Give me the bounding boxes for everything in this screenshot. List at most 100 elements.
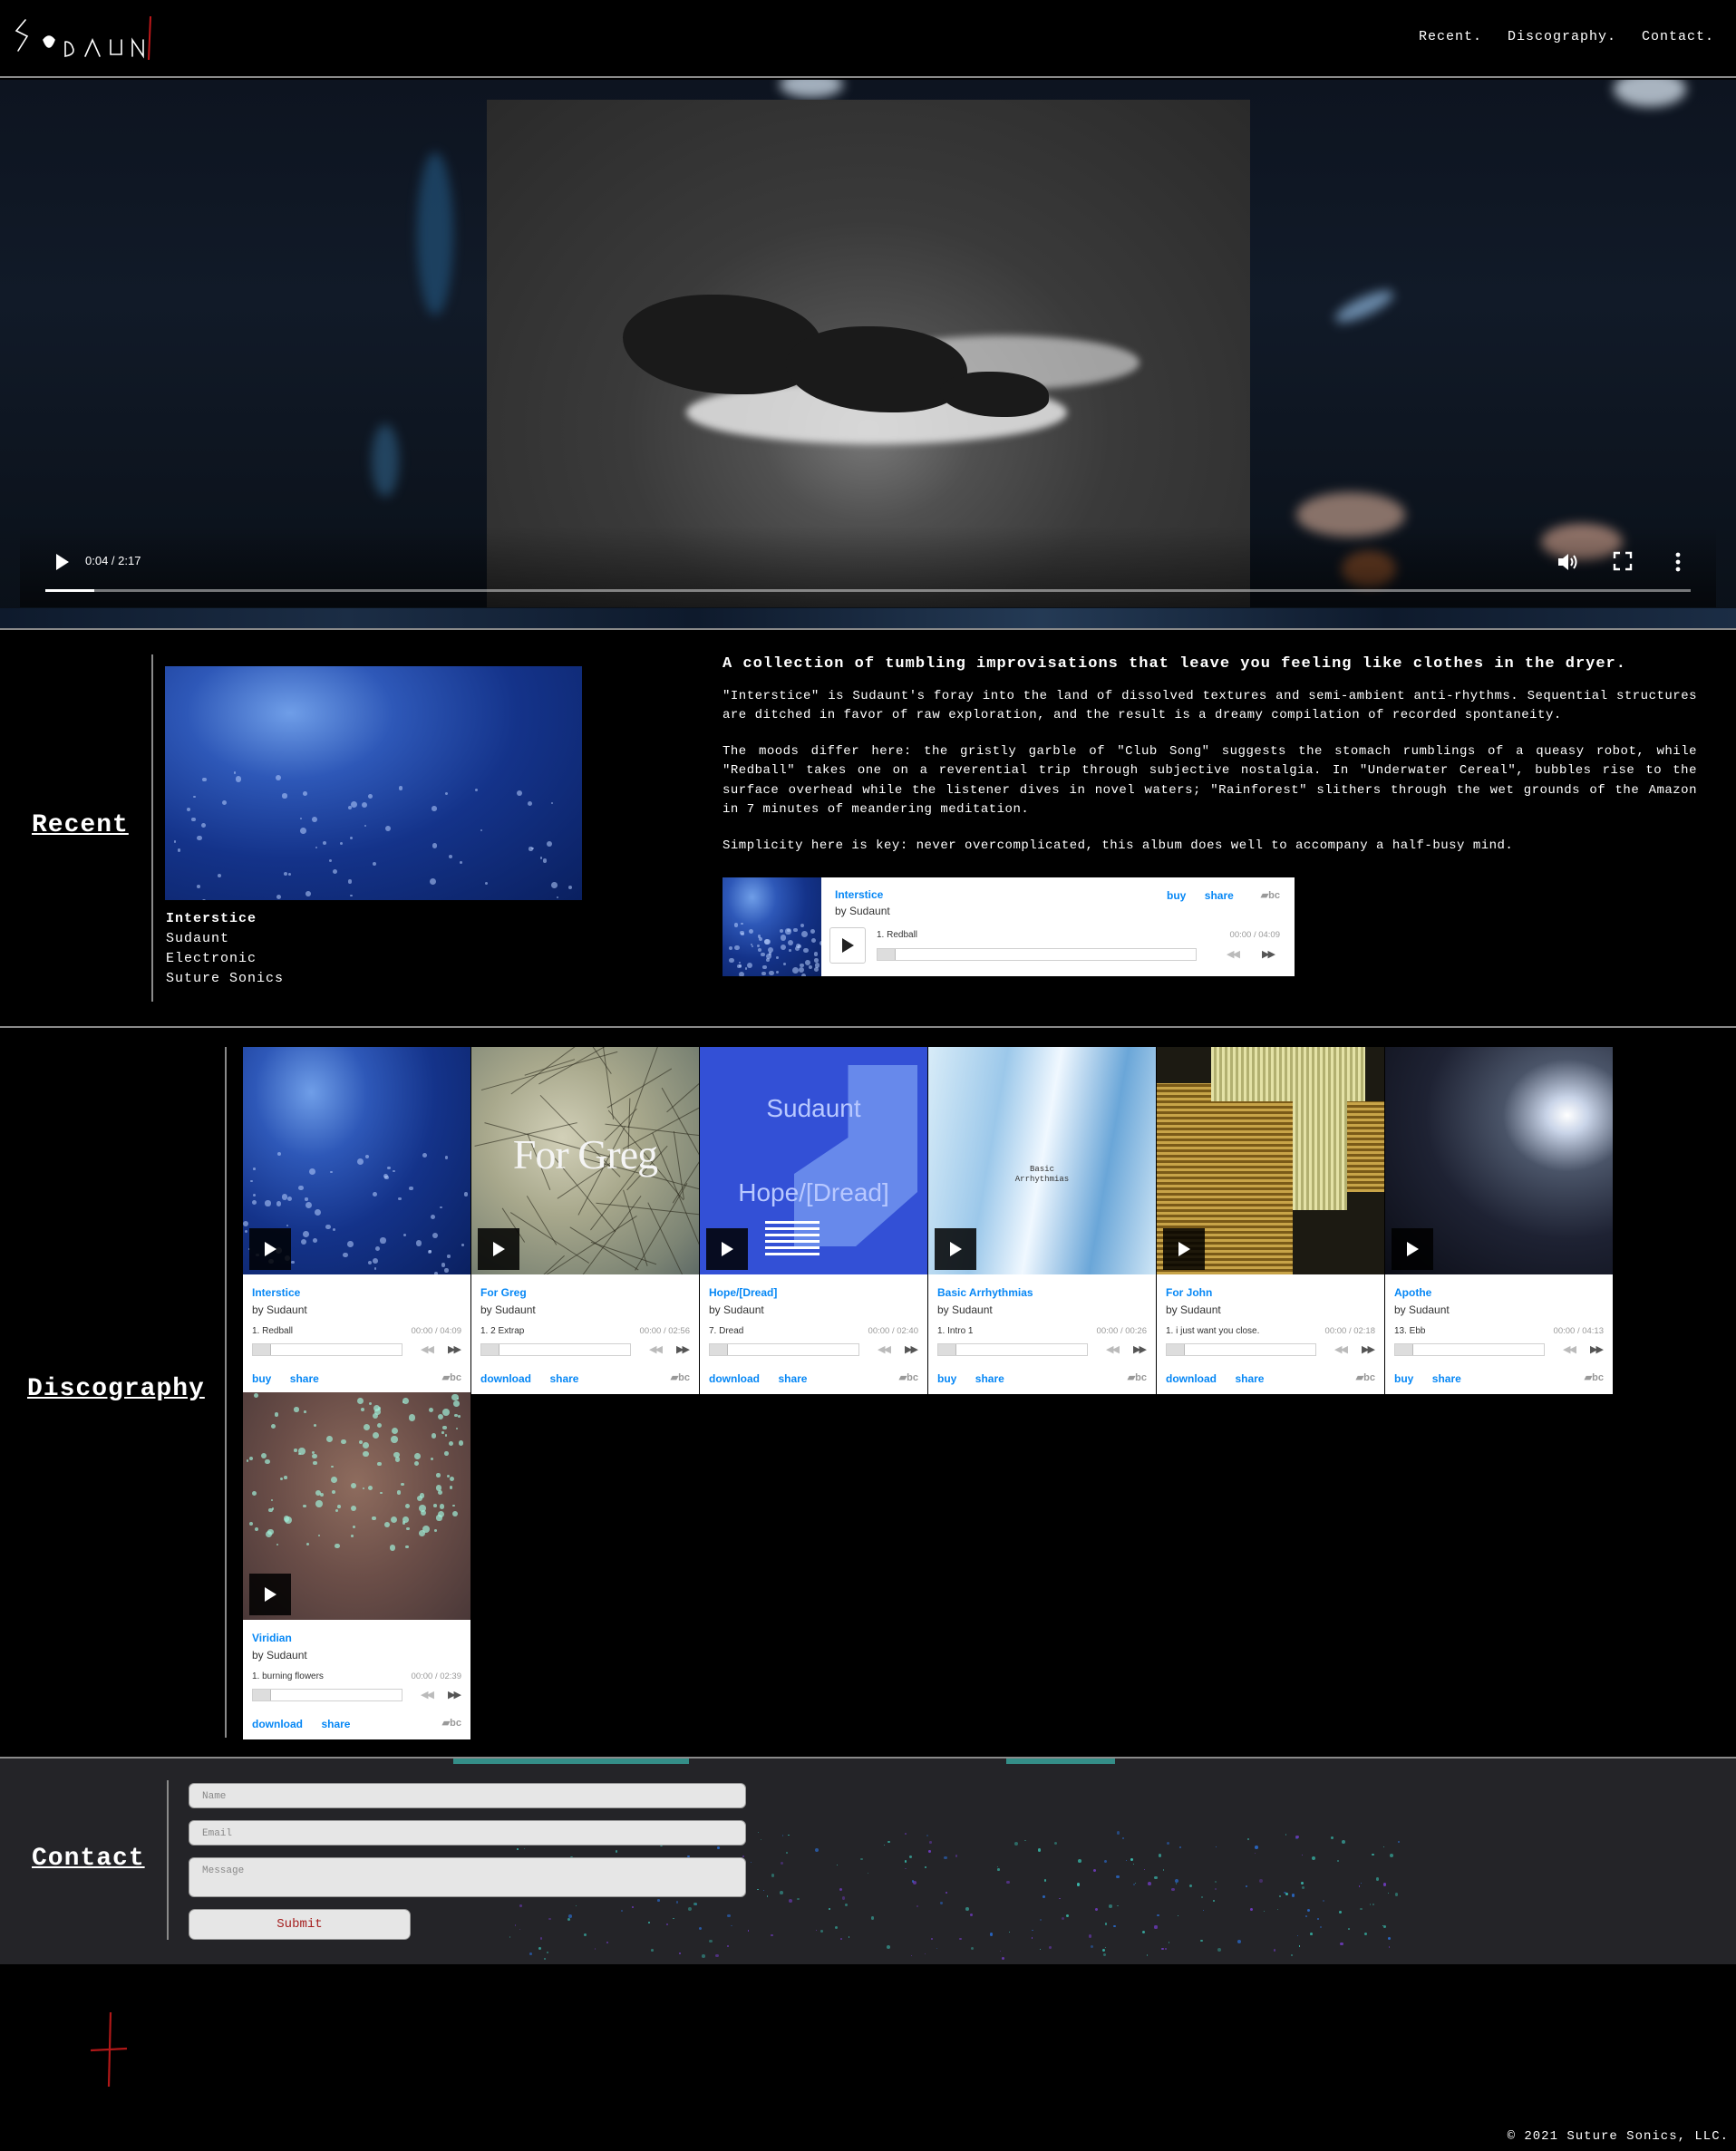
bandcamp-logo[interactable]: ▰bc xyxy=(442,1371,461,1383)
share-link[interactable]: share xyxy=(1235,1372,1264,1385)
nav-contact[interactable]: Contact. xyxy=(1642,29,1714,44)
prev-track-icon[interactable]: ◀◀ xyxy=(1563,1343,1576,1355)
next-track-icon[interactable]: ▶▶ xyxy=(1362,1343,1375,1355)
glitter-dot xyxy=(326,1435,334,1442)
share-link[interactable]: share xyxy=(290,1372,319,1385)
play-button[interactable] xyxy=(249,1574,291,1615)
album-title[interactable]: Basic Arrhythmias xyxy=(937,1286,1033,1299)
share-link[interactable]: share xyxy=(321,1718,350,1730)
submit-button[interactable]: Submit xyxy=(189,1909,411,1940)
track-progress-bar[interactable] xyxy=(1394,1343,1545,1356)
next-track-icon[interactable]: ▶▶ xyxy=(1133,1343,1147,1355)
album-title[interactable]: Apothe xyxy=(1394,1286,1431,1299)
noise-speck xyxy=(709,1940,713,1943)
next-track-icon[interactable]: ▶▶ xyxy=(1590,1343,1604,1355)
prev-track-icon[interactable]: ◀◀ xyxy=(421,1689,434,1700)
track-progress-bar[interactable] xyxy=(252,1343,402,1356)
track-progress-bar[interactable] xyxy=(1166,1343,1316,1356)
progress-knob[interactable] xyxy=(253,1344,271,1355)
prev-track-icon[interactable]: ◀◀ xyxy=(1334,1343,1348,1355)
track-progress-bar[interactable] xyxy=(252,1689,402,1701)
track-progress-bar[interactable] xyxy=(937,1343,1088,1356)
fullscreen-icon[interactable] xyxy=(1613,551,1633,571)
next-track-icon[interactable]: ▶▶ xyxy=(905,1343,918,1355)
play-button[interactable] xyxy=(829,927,866,964)
progress-knob[interactable] xyxy=(481,1344,499,1355)
play-button[interactable] xyxy=(249,1228,291,1270)
glitter-dot xyxy=(391,1436,398,1443)
download-link[interactable]: download xyxy=(709,1372,760,1385)
track-progress-bar[interactable] xyxy=(480,1343,631,1356)
bandcamp-logo[interactable]: ▰bc xyxy=(1585,1371,1604,1383)
card-actions: download share xyxy=(1166,1371,1278,1387)
fiber-line xyxy=(666,1047,699,1112)
sudaunt-logo[interactable] xyxy=(13,15,158,62)
name-field[interactable]: Name xyxy=(189,1783,746,1808)
video-player[interactable]: 0:04 / 2:17 xyxy=(20,80,1716,607)
download-link[interactable]: download xyxy=(1166,1372,1217,1385)
texture-speck xyxy=(444,1268,449,1273)
player-album-title[interactable]: Interstice xyxy=(835,888,883,901)
next-track-icon[interactable]: ▶▶ xyxy=(676,1343,690,1355)
progress-knob[interactable] xyxy=(710,1344,728,1355)
play-icon[interactable] xyxy=(53,551,71,573)
track-progress-bar[interactable] xyxy=(877,948,1197,961)
album-title[interactable]: For John xyxy=(1166,1286,1212,1299)
play-button[interactable] xyxy=(1392,1228,1433,1270)
message-field[interactable]: Message xyxy=(189,1857,746,1897)
bandcamp-logo[interactable]: ▰bc xyxy=(671,1371,690,1383)
prev-track-icon[interactable]: ◀◀ xyxy=(649,1343,663,1355)
video-progress-bar[interactable] xyxy=(45,589,1691,592)
album-title[interactable]: Viridian xyxy=(252,1632,292,1644)
nav-discography[interactable]: Discography. xyxy=(1508,29,1616,44)
share-link[interactable]: share xyxy=(549,1372,578,1385)
texture-speck xyxy=(298,1185,304,1191)
prev-track-icon[interactable]: ◀◀ xyxy=(1106,1343,1120,1355)
prev-track-icon[interactable]: ◀◀ xyxy=(878,1343,891,1355)
download-link[interactable]: download xyxy=(480,1372,531,1385)
more-options-icon[interactable] xyxy=(1674,551,1682,573)
share-link[interactable]: share xyxy=(1432,1372,1461,1385)
pixel-block xyxy=(1211,1047,1365,1101)
bandcamp-logo[interactable]: ▰bc xyxy=(442,1717,461,1729)
bandcamp-logo[interactable]: ▰bc xyxy=(899,1371,918,1383)
recent-album-art[interactable] xyxy=(165,666,582,900)
share-link[interactable]: share xyxy=(975,1372,1004,1385)
play-button[interactable] xyxy=(935,1228,976,1270)
play-button[interactable] xyxy=(478,1228,519,1270)
next-track-icon[interactable]: ▶▶ xyxy=(448,1343,461,1355)
play-button[interactable] xyxy=(1163,1228,1205,1270)
album-title[interactable]: For Greg xyxy=(480,1286,527,1299)
email-field[interactable]: Email xyxy=(189,1820,746,1846)
bandcamp-logo[interactable]: ▰bc xyxy=(1261,889,1280,901)
buy-link[interactable]: buy xyxy=(1394,1372,1413,1385)
share-link[interactable]: share xyxy=(778,1372,807,1385)
prev-track-icon[interactable]: ◀◀ xyxy=(421,1343,434,1355)
progress-knob[interactable] xyxy=(1395,1344,1413,1355)
play-button[interactable] xyxy=(706,1228,748,1270)
noise-speck xyxy=(1039,1948,1042,1950)
download-link[interactable]: download xyxy=(252,1718,303,1730)
next-track-icon[interactable]: ▶▶ xyxy=(448,1689,461,1700)
nav-recent[interactable]: Recent. xyxy=(1419,29,1482,44)
volume-icon[interactable] xyxy=(1557,551,1580,573)
buy-link[interactable]: buy xyxy=(252,1372,271,1385)
progress-knob[interactable] xyxy=(878,949,896,960)
track-name: 1. Redball xyxy=(877,930,918,940)
progress-knob[interactable] xyxy=(253,1690,271,1700)
bandcamp-logo[interactable]: ▰bc xyxy=(1356,1371,1375,1383)
progress-knob[interactable] xyxy=(1167,1344,1185,1355)
next-track-icon[interactable]: ▶▶ xyxy=(1262,948,1275,960)
prev-track-icon[interactable]: ◀◀ xyxy=(1227,948,1240,960)
buy-link[interactable]: buy xyxy=(1167,889,1186,902)
album-title[interactable]: Hope/[Dread] xyxy=(709,1286,777,1299)
buy-link[interactable]: buy xyxy=(937,1372,956,1385)
progress-knob[interactable] xyxy=(938,1344,956,1355)
noise-speck xyxy=(747,1930,750,1932)
bandcamp-logo[interactable]: ▰bc xyxy=(1128,1371,1147,1383)
track-progress-bar[interactable] xyxy=(709,1343,859,1356)
texture-speck xyxy=(384,825,392,832)
album-title[interactable]: Interstice xyxy=(252,1286,300,1299)
share-link[interactable]: share xyxy=(1205,889,1234,902)
player-art[interactable] xyxy=(723,877,821,976)
